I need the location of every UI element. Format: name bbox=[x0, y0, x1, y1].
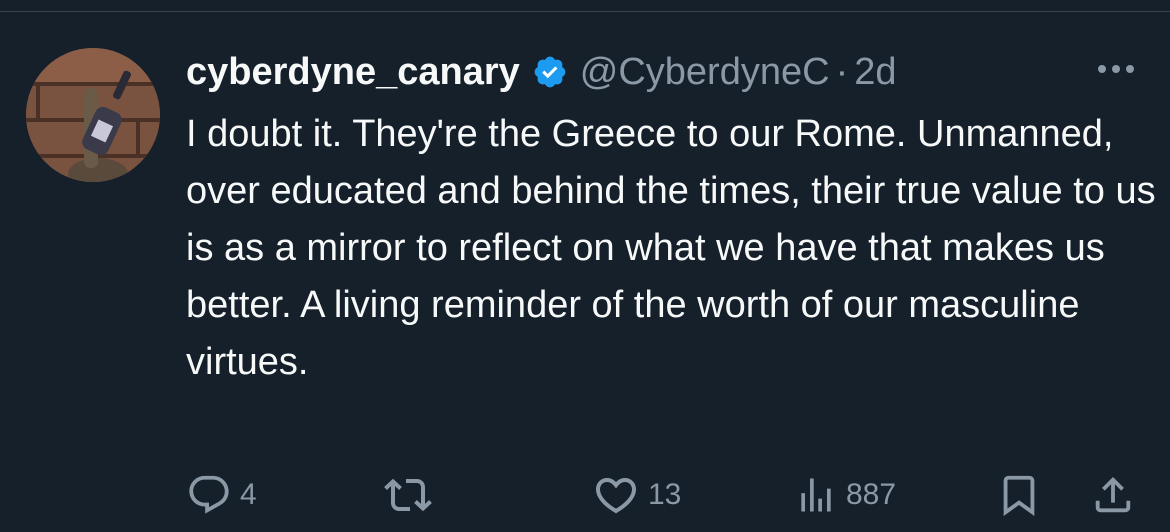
tweet-header: cyberdyne_canary @CyberdyneC · 2d bbox=[186, 44, 897, 100]
views-button[interactable]: 887 bbox=[794, 470, 896, 520]
timestamp[interactable]: 2d bbox=[854, 51, 896, 94]
reply-button[interactable]: 4 bbox=[186, 470, 257, 520]
separator-dot: · bbox=[835, 50, 849, 93]
more-horizontal-icon[interactable] bbox=[1094, 56, 1138, 82]
share-icon bbox=[1090, 472, 1136, 518]
views-icon bbox=[794, 473, 838, 517]
bookmark-icon bbox=[996, 472, 1042, 518]
like-button[interactable]: 13 bbox=[592, 470, 681, 520]
verified-badge-icon bbox=[532, 54, 568, 90]
like-count: 13 bbox=[648, 478, 682, 511]
bookmark-button[interactable] bbox=[996, 470, 1042, 520]
action-bar: 4 13 887 bbox=[186, 470, 1146, 520]
avatar-image bbox=[26, 48, 160, 182]
retweet-icon bbox=[384, 471, 432, 519]
reply-icon bbox=[186, 472, 232, 518]
reply-count: 4 bbox=[240, 478, 257, 511]
share-button[interactable] bbox=[1090, 470, 1136, 520]
heart-icon bbox=[592, 471, 640, 519]
display-name[interactable]: cyberdyne_canary bbox=[186, 51, 520, 94]
retweet-button[interactable] bbox=[384, 470, 432, 520]
views-count: 887 bbox=[846, 478, 897, 511]
tweet-text: I doubt it. They're the Greece to our Ro… bbox=[186, 113, 1156, 383]
avatar[interactable] bbox=[26, 48, 160, 182]
handle[interactable]: @CyberdyneC bbox=[580, 51, 830, 94]
top-divider bbox=[0, 0, 1170, 12]
